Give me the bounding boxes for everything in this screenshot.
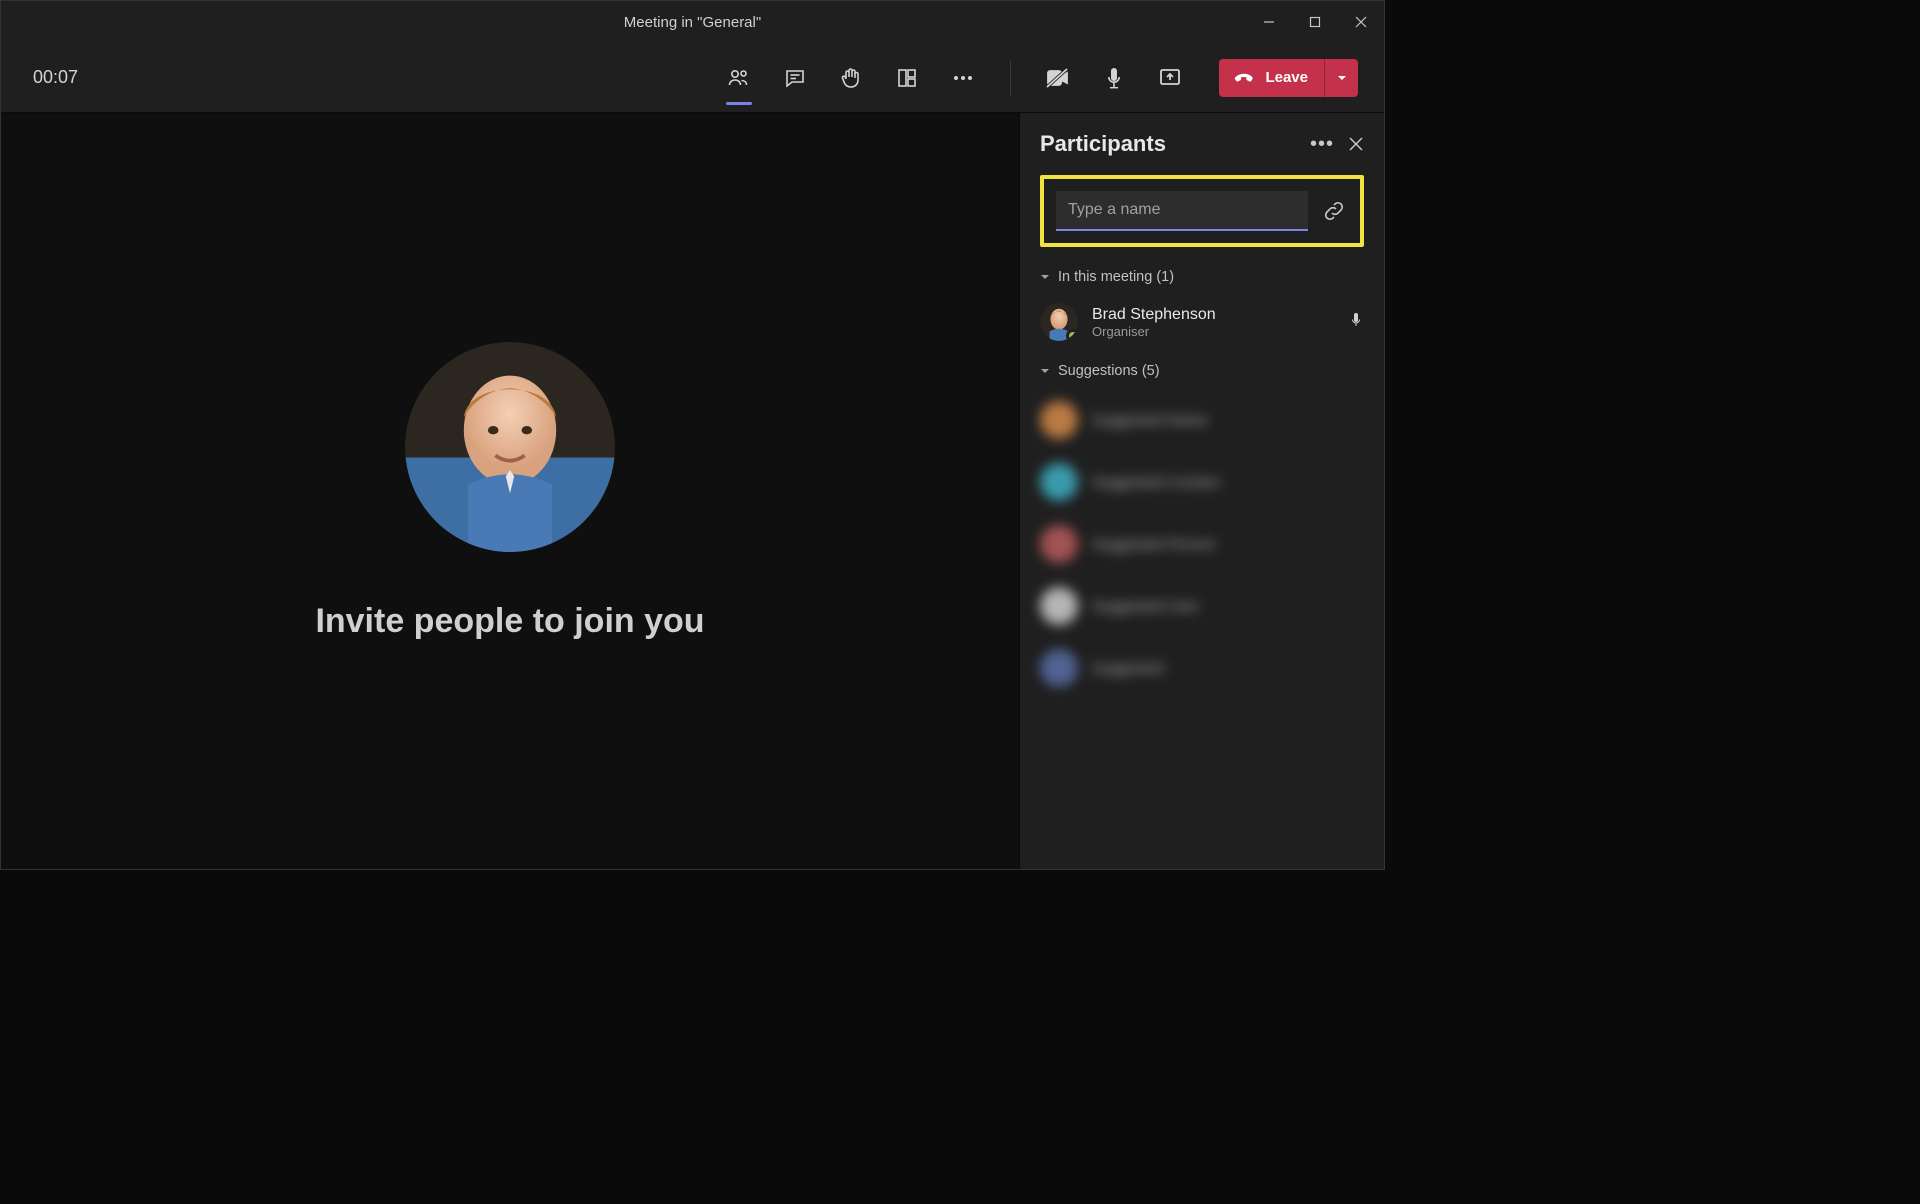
avatar [1040,303,1078,341]
leave-button[interactable]: Leave [1219,59,1324,97]
suggestion-row[interactable]: Suggested Name [1040,389,1364,451]
participant-mic-icon [1348,312,1364,333]
in-meeting-section-header[interactable]: In this meeting (1) [1040,269,1364,285]
chat-button[interactable] [776,59,814,97]
call-timer: 00:07 [33,67,78,88]
search-area-highlight [1040,175,1364,247]
suggestion-row[interactable]: Suggested Person [1040,513,1364,575]
invite-prompt: Invite people to join you [315,602,704,641]
participant-name: Brad Stephenson [1092,305,1334,324]
participant-row[interactable]: Brad Stephenson Organiser [1040,295,1364,349]
hangup-icon [1233,67,1255,89]
suggestion-name: Suggested Person [1092,536,1215,552]
leave-label: Leave [1265,69,1308,86]
suggestion-name: Suggested Contact [1092,474,1220,490]
window-close-button[interactable] [1338,1,1384,43]
invite-search-input[interactable] [1056,191,1308,231]
meeting-toolbar: 00:07 [1,43,1384,113]
avatar [1040,463,1078,501]
participants-panel: Participants ••• In this meeting (1) [1019,113,1384,869]
title-bar: Meeting in "General" [1,1,1384,43]
share-screen-button[interactable] [1151,59,1189,97]
self-avatar [405,342,615,552]
toolbar-divider [1010,61,1011,95]
chevron-down-icon [1336,72,1348,84]
window-minimize-button[interactable] [1246,1,1292,43]
mic-toggle-button[interactable] [1095,59,1133,97]
panel-close-button[interactable] [1348,136,1364,152]
more-actions-button[interactable] [944,59,982,97]
chevron-down-icon [1040,366,1050,376]
chevron-down-icon [1040,272,1050,282]
raise-hand-button[interactable] [832,59,870,97]
suggestion-row[interactable]: Suggested [1040,637,1364,699]
avatar [1040,401,1078,439]
suggestions-label: Suggestions (5) [1058,363,1160,379]
avatar [1040,587,1078,625]
panel-title: Participants [1040,131,1310,157]
people-button[interactable] [720,59,758,97]
rooms-button[interactable] [888,59,926,97]
camera-toggle-button[interactable] [1039,59,1077,97]
suggestion-row[interactable]: Suggested User [1040,575,1364,637]
suggestion-row[interactable]: Suggested Contact [1040,451,1364,513]
in-meeting-label: In this meeting (1) [1058,269,1174,285]
window-title: Meeting in "General" [624,14,761,31]
suggestions-section-header[interactable]: Suggestions (5) [1040,363,1364,379]
meeting-stage: Invite people to join you [1,113,1019,869]
window-maximize-button[interactable] [1292,1,1338,43]
copy-link-button[interactable] [1320,197,1348,225]
suggestion-name: Suggested [1092,660,1164,676]
suggestion-name: Suggested User [1092,598,1200,614]
leave-dropdown-button[interactable] [1324,59,1358,97]
avatar [1040,649,1078,687]
presence-badge-icon [1066,329,1078,341]
avatar [1040,525,1078,563]
panel-more-button[interactable]: ••• [1310,134,1334,154]
participant-role: Organiser [1092,324,1334,339]
suggestion-name: Suggested Name [1092,412,1208,428]
